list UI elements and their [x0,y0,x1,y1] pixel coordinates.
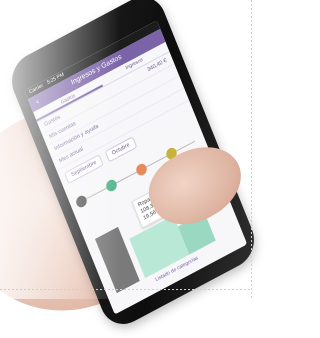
frame-edge-bottom [0,289,252,290]
timeline-dot[interactable] [104,177,119,194]
timeline-dot[interactable] [74,193,89,210]
photo-frame: Carrier 5:25 PM ‹ Ingresos y Gastos Gast… [0,0,263,338]
back-icon[interactable]: ‹ [31,95,44,109]
frame-edge-right [251,0,252,299]
timeline-dot[interactable] [134,161,149,178]
